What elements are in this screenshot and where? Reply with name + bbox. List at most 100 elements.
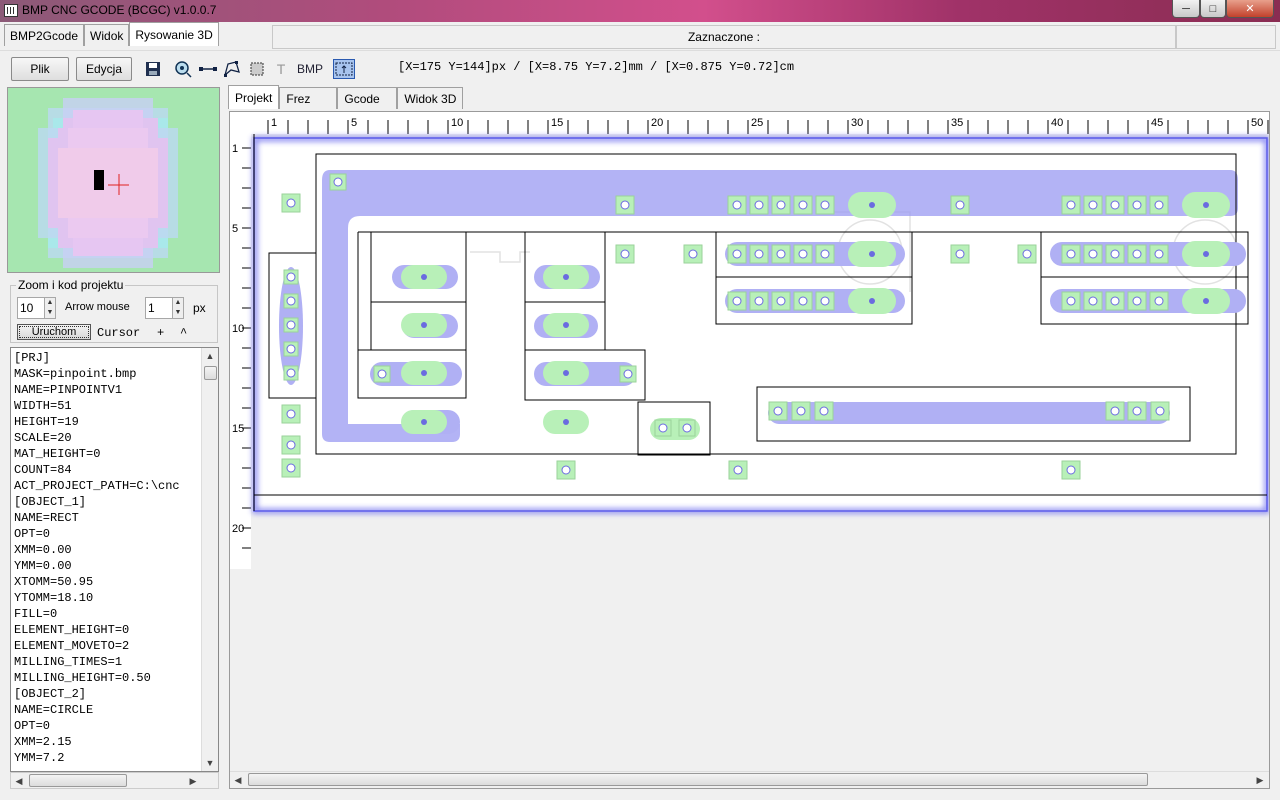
cursor-caret-button[interactable]: ^ <box>180 326 187 340</box>
pad-hole <box>1066 465 1076 475</box>
cursor-plus-button[interactable]: + <box>157 326 164 340</box>
project-code-line: WIDTH=51 <box>14 399 72 413</box>
project-code-line: MAT_HEIGHT=0 <box>14 447 101 461</box>
pad-hole <box>820 200 830 210</box>
project-code-line: YMM=7.2 <box>14 751 65 765</box>
ruler-y-label: 1 <box>232 143 238 155</box>
arrow-mouse-spin-buttons[interactable]: ▲ ▼ <box>172 297 184 319</box>
ruler-x-label: 25 <box>751 117 763 129</box>
pad-hole <box>819 406 829 416</box>
tab-widok[interactable]: Widok <box>84 24 130 46</box>
zoom-input[interactable]: 10 <box>17 297 45 319</box>
close-button[interactable]: ✕ <box>1226 0 1274 18</box>
tab-rysowanie-3d[interactable]: Rysowanie 3D <box>129 22 219 46</box>
project-code-line: NAME=RECT <box>14 511 79 525</box>
ruler-x-label: 10 <box>451 117 463 129</box>
maximize-button[interactable]: □ <box>1200 0 1226 18</box>
pad-hole <box>955 200 965 210</box>
project-code-line: [PRJ] <box>14 351 51 365</box>
pad-hole <box>563 419 569 425</box>
zoom-group-title: Zoom i kod projektu <box>16 278 126 292</box>
text-tool-icon[interactable]: T <box>272 60 290 78</box>
ruler-x-label: 40 <box>1051 117 1063 129</box>
pad-hole <box>1110 406 1120 416</box>
top-tabs: BMP2Gcode Widok Rysowanie 3D <box>4 22 219 46</box>
ruler-x-label: 35 <box>951 117 963 129</box>
pad-hole <box>1022 249 1032 259</box>
bmp-tool-button[interactable]: BMP <box>296 60 324 78</box>
project-code-line: MILLING_TIMES=1 <box>14 655 123 669</box>
scroll-left-icon[interactable]: ◀ <box>230 772 246 788</box>
select-tool-icon[interactable] <box>333 59 355 79</box>
project-code-editor[interactable]: [PRJ] MASK=pinpoint.bmp NAME=PINPOINTV1 WID… <box>10 347 219 772</box>
zoom-spin-buttons[interactable]: ▲ ▼ <box>44 297 56 319</box>
tab-gcode[interactable]: Gcode <box>337 87 398 109</box>
pad-hole <box>820 249 830 259</box>
project-code-line: ACT_PROJECT_PATH=C:\cnc <box>14 479 180 493</box>
save-icon[interactable] <box>144 60 162 78</box>
scroll-thumb[interactable] <box>29 774 127 787</box>
project-code-line: MASK=pinpoint.bmp <box>14 367 137 381</box>
pad-hole <box>682 423 692 433</box>
toolbar: Plik Edycja T BMP [X=175 Y=144]px / [X=8… <box>0 50 1280 84</box>
scroll-thumb[interactable] <box>248 773 1148 786</box>
minimize-button[interactable]: ─ <box>1172 0 1200 18</box>
project-code-hscroll[interactable]: ◀ ▶ <box>10 772 219 789</box>
pad-hole <box>1203 202 1209 208</box>
project-code-line: YMM=0.00 <box>14 559 72 573</box>
tab-frez[interactable]: Frez <box>279 87 338 109</box>
scroll-thumb[interactable] <box>204 366 217 380</box>
pad-hole <box>1088 296 1098 306</box>
pad-hole <box>796 406 806 416</box>
pad-hole <box>1066 200 1076 210</box>
project-code-vscroll[interactable]: ▲ ▼ <box>201 348 218 771</box>
project-code-line: [OBJECT_1] <box>14 495 87 509</box>
polygon-tool-icon[interactable] <box>223 60 241 78</box>
edit-menu-button[interactable]: Edycja <box>76 57 132 81</box>
pad-hole <box>1088 200 1098 210</box>
pad-hole <box>798 200 808 210</box>
pad-hole <box>776 200 786 210</box>
pad-hole <box>286 368 296 378</box>
pad-hole <box>754 249 764 259</box>
project-code-line: NAME=CIRCLE <box>14 703 94 717</box>
pad-hole <box>658 423 668 433</box>
line-tool-icon[interactable] <box>199 60 217 78</box>
pad-hole <box>561 465 571 475</box>
scroll-right-icon[interactable]: ▶ <box>185 773 201 789</box>
pad-hole <box>286 463 296 473</box>
scroll-up-icon[interactable]: ▲ <box>202 348 218 364</box>
pad-hole <box>773 406 783 416</box>
tab-widok-3d[interactable]: Widok 3D <box>397 87 464 109</box>
pad-hole <box>1203 298 1209 304</box>
project-code-line: ELEMENT_MOVETO=2 <box>14 639 130 653</box>
pad-hole <box>1066 249 1076 259</box>
circle-tool-icon[interactable] <box>174 60 192 78</box>
ruler-x-label: 30 <box>851 117 863 129</box>
scroll-left-icon[interactable]: ◀ <box>11 773 27 789</box>
project-code-line: COUNT=84 <box>14 463 72 477</box>
pad-hole <box>286 296 296 306</box>
drawing-canvas[interactable]: 1 5 10 15 20 25 30 35 40 45 50 1 5 10 15 20 <box>229 111 1270 789</box>
vertical-ruler <box>230 134 251 569</box>
tab-projekt[interactable]: Projekt <box>228 85 280 109</box>
pad-hole <box>688 249 698 259</box>
project-code-line: XMM=0.00 <box>14 543 72 557</box>
rect-tool-icon[interactable] <box>248 60 266 78</box>
px-label: px <box>193 301 206 315</box>
project-code-line: SCALE=20 <box>14 431 72 445</box>
arrow-mouse-input[interactable]: 1 <box>145 297 173 319</box>
pad-hole <box>286 272 296 282</box>
canvas-hscroll[interactable]: ◀ ▶ <box>230 771 1269 788</box>
file-menu-button[interactable]: Plik <box>11 57 69 81</box>
scroll-down-icon[interactable]: ▼ <box>202 755 218 771</box>
scroll-right-icon[interactable]: ▶ <box>1252 772 1268 788</box>
pad-hole <box>1110 296 1120 306</box>
pad-hole <box>286 344 296 354</box>
cursor-label: Cursor <box>97 326 141 340</box>
cursor-coordinates: [X=175 Y=144]px / [X=8.75 Y=7.2]mm / [X=… <box>398 60 795 74</box>
tab-bmp2gcode[interactable]: BMP2Gcode <box>4 24 85 46</box>
run-button[interactable]: Uruchom <box>17 324 91 340</box>
ruler-x-label: 45 <box>1151 117 1163 129</box>
pad-hole <box>1132 249 1142 259</box>
